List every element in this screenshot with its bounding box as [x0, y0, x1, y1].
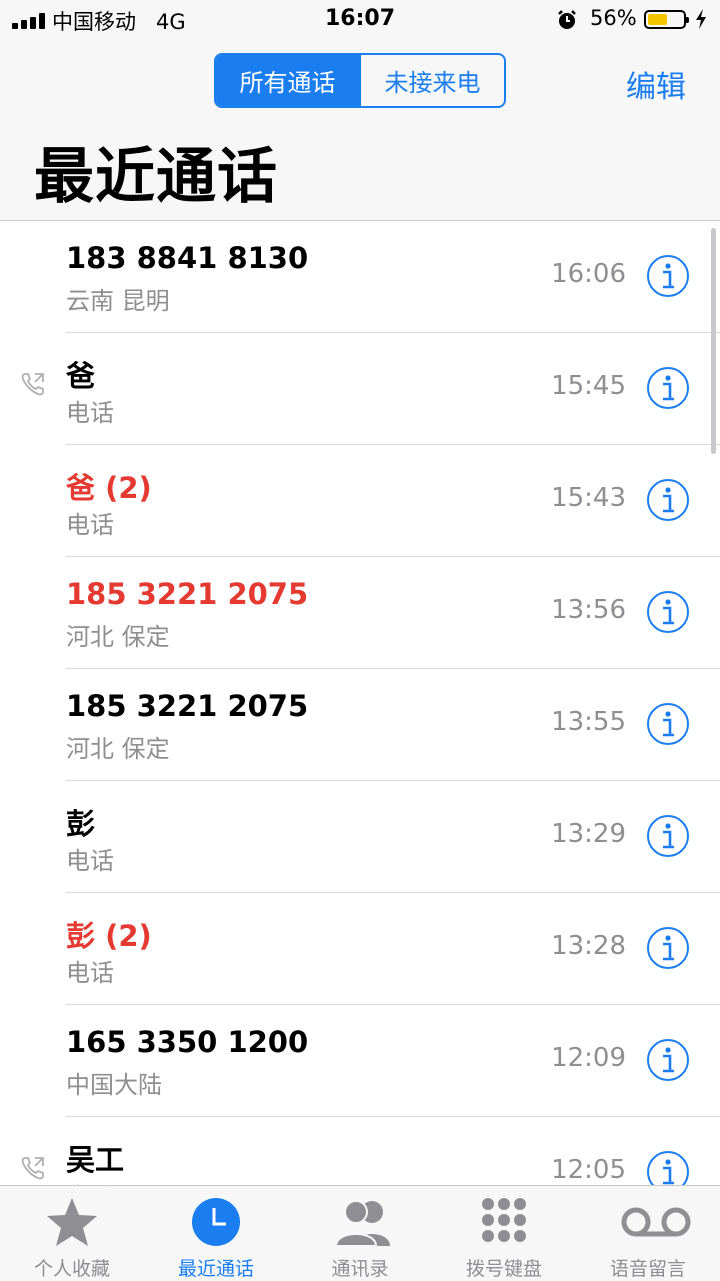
alarm-icon — [558, 10, 576, 29]
caller-name: 吴工 — [66, 1143, 125, 1177]
caller-name: 爸 (2) — [66, 471, 152, 505]
info-icon[interactable] — [646, 254, 690, 298]
voicemail-icon — [621, 1207, 691, 1237]
tab-bar: 个人收藏 最近通话 通讯录 拨号键盘 语音留言 — [0, 1185, 720, 1281]
tab-label: 拨号键盘 — [465, 1258, 542, 1280]
contacts-icon — [334, 1200, 390, 1247]
star-icon — [47, 1198, 97, 1246]
call-time: 12:05 — [551, 1155, 626, 1185]
caller-name: 165 3350 1200 — [66, 1025, 309, 1059]
tab-contacts[interactable]: 通讯录 — [288, 1186, 432, 1281]
clock-icon — [192, 1198, 240, 1246]
charging-bolt-icon — [696, 9, 706, 29]
outgoing-call-icon — [21, 1157, 44, 1180]
keypad-icon — [482, 1198, 526, 1242]
caller-location: 电话 — [66, 847, 114, 875]
scrollbar[interactable] — [711, 228, 716, 454]
info-icon[interactable] — [646, 814, 690, 858]
tab-voicemail[interactable]: 语音留言 — [576, 1186, 720, 1281]
caller-name: 185 3221 2075 — [66, 689, 309, 723]
caller-location: 河北 保定 — [66, 735, 170, 763]
call-filter-segmented-control: 所有通话 未接来电 — [214, 53, 506, 108]
caller-location: 河北 保定 — [66, 623, 170, 651]
caller-location: 电话 — [66, 399, 114, 427]
call-time: 13:55 — [551, 707, 626, 737]
info-icon[interactable] — [646, 478, 690, 522]
call-row[interactable]: 彭 (2) 电话 13:28 — [0, 893, 720, 1005]
info-icon[interactable] — [646, 1150, 690, 1185]
call-time: 13:56 — [551, 595, 626, 625]
caller-location: 电话 — [66, 959, 114, 987]
caller-name: 爸 — [66, 359, 96, 393]
info-icon[interactable] — [646, 1038, 690, 1082]
call-time: 12:09 — [551, 1043, 626, 1073]
call-time: 13:29 — [551, 819, 626, 849]
status-bar: 中国移动 4G 16:07 56% — [0, 0, 720, 40]
page-title: 最近通话 — [34, 142, 278, 212]
caller-location: 电话 — [66, 1177, 114, 1185]
call-time: 15:45 — [551, 371, 626, 401]
call-row[interactable]: 165 3350 1200 中国大陆 12:09 — [0, 1005, 720, 1117]
call-row[interactable]: 183 8841 8130 云南 昆明 16:06 — [0, 221, 720, 333]
tab-label: 个人收藏 — [33, 1258, 110, 1280]
call-time: 16:06 — [551, 259, 626, 289]
edit-button[interactable]: 编辑 — [626, 62, 686, 106]
call-row[interactable]: 吴工电话 12:05 — [0, 1117, 720, 1185]
call-time: 15:43 — [551, 483, 626, 513]
tab-favorites[interactable]: 个人收藏 — [0, 1186, 144, 1281]
battery-icon — [644, 10, 689, 29]
call-row[interactable]: 185 3221 2075 河北 保定 13:55 — [0, 669, 720, 781]
segment-all-calls[interactable]: 所有通话 — [216, 55, 359, 106]
call-row[interactable]: 彭电话 13:29 — [0, 781, 720, 893]
info-icon[interactable] — [646, 702, 690, 746]
tab-label: 语音留言 — [609, 1258, 686, 1280]
info-icon[interactable] — [646, 366, 690, 410]
caller-name: 彭 (2) — [66, 919, 152, 953]
tab-keypad[interactable]: 拨号键盘 — [432, 1186, 576, 1281]
tab-label: 通讯录 — [331, 1258, 389, 1280]
info-icon[interactable] — [646, 590, 690, 634]
segment-missed-calls[interactable]: 未接来电 — [359, 55, 504, 106]
caller-location: 云南 昆明 — [66, 287, 170, 315]
info-icon[interactable] — [646, 926, 690, 970]
call-time: 13:28 — [551, 931, 626, 961]
outgoing-call-icon — [21, 373, 44, 396]
caller-location: 电话 — [66, 511, 114, 539]
tab-label: 最近通话 — [177, 1258, 254, 1280]
caller-name: 185 3221 2075 — [66, 577, 309, 611]
caller-location: 中国大陆 — [66, 1071, 162, 1099]
call-row[interactable]: 爸电话 15:45 — [0, 333, 720, 445]
call-row[interactable]: 185 3221 2075 河北 保定 13:56 — [0, 557, 720, 669]
battery-percent: 56% — [590, 6, 637, 30]
caller-name: 彭 — [66, 807, 96, 841]
call-row[interactable]: 爸 (2) 电话 15:43 — [0, 445, 720, 557]
recent-calls-list: 183 8841 8130 云南 昆明 16:06 爸电话 15:45 爸 (2) 电话 15… — [0, 221, 720, 1185]
tab-recents[interactable]: 最近通话 — [144, 1186, 288, 1281]
caller-name: 183 8841 8130 — [66, 241, 309, 275]
navigation-bar: 所有通话 未接来电 编辑 最近通话 — [0, 40, 720, 221]
